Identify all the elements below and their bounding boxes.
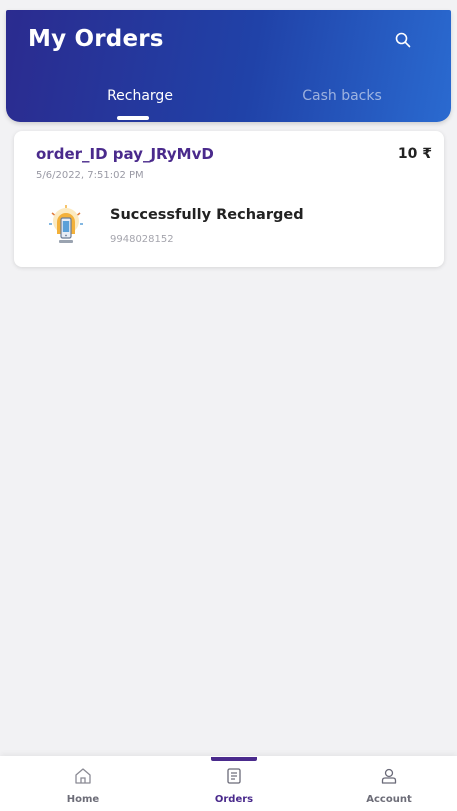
account-icon	[381, 768, 397, 784]
tab-recharge[interactable]: Recharge	[80, 88, 200, 104]
active-tab-indicator	[117, 116, 149, 120]
nav-orders-label: Orders	[214, 794, 254, 805]
bottom-navigation: Home Orders Account	[0, 756, 457, 811]
search-button[interactable]	[391, 28, 415, 52]
nav-home-label: Home	[66, 794, 100, 805]
tab-cash-backs[interactable]: Cash backs	[270, 88, 414, 104]
nav-home[interactable]: Home	[28, 756, 138, 811]
recharge-status: Successfully Recharged	[110, 207, 304, 223]
orders-header: My Orders Recharge Cash backs	[6, 10, 451, 122]
app-screen: My Orders Recharge Cash backs order_ID p…	[0, 0, 457, 811]
order-id: order_ID pay_JRyMvD	[36, 145, 214, 163]
nav-orders[interactable]: Orders	[179, 756, 289, 811]
recharge-icon	[49, 205, 83, 243]
nav-account-label: Account	[366, 794, 412, 805]
recharge-phone-number: 9948028152	[110, 234, 174, 245]
order-amount: 10 ₹	[397, 146, 432, 162]
order-datetime: 5/6/2022, 7:51:02 PM	[36, 170, 144, 181]
orders-icon	[227, 768, 241, 784]
order-card[interactable]: order_ID pay_JRyMvD 10 ₹ 5/6/2022, 7:51:…	[14, 131, 444, 267]
home-icon	[75, 768, 91, 784]
search-icon	[395, 32, 411, 48]
page-title: My Orders	[28, 26, 164, 52]
nav-account[interactable]: Account	[334, 756, 444, 811]
nav-active-indicator	[211, 757, 257, 761]
